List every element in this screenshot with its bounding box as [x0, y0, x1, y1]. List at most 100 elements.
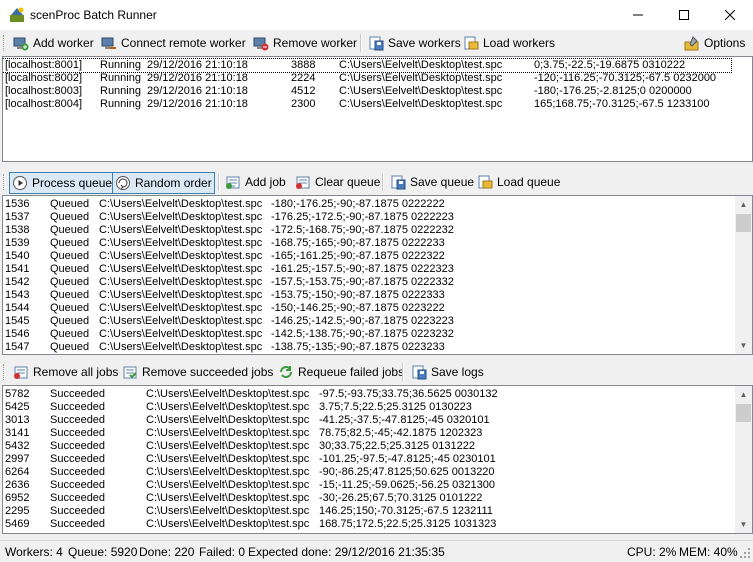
job-row-id: 6952 — [5, 492, 30, 504]
job-row[interactable]: 6952 Succeeded C:\Users\Eelvelt\Desktop\te… — [3, 492, 731, 505]
queue-row-id: 1547 — [5, 341, 30, 353]
job-row-id: 5469 — [5, 518, 30, 530]
queue-row[interactable]: 1543 Queued C:\Users\Eelvelt\Desktop\test.… — [3, 289, 731, 302]
job-row-args: -97.5;-93.75;33.75;36.5625 0030132 — [319, 388, 498, 400]
queue-row-args: -168.75;-165;-90;-87.1875 0222233 — [271, 237, 445, 249]
worker-row-pid: 4512 — [291, 85, 316, 97]
save-logs-button[interactable]: Save logs — [408, 362, 487, 382]
job-row-status: Succeeded — [50, 427, 106, 439]
queue-row[interactable]: 1544 Queued C:\Users\Eelvelt\Desktop\test.… — [3, 302, 731, 315]
remove-worker-icon — [253, 37, 269, 51]
connect-remote-worker-button[interactable]: Connect remote worker — [98, 33, 249, 53]
save-workers-button[interactable]: Save workers — [365, 33, 464, 53]
worker-row[interactable]: [localhost:8002] Running 29/12/2016 21:10:… — [3, 72, 731, 85]
status-expected: Expected done: 29/12/2016 21:35:35 — [248, 545, 445, 559]
title-bar: scenProc Batch Runner — [0, 0, 753, 30]
app-icon — [10, 7, 24, 22]
job-row[interactable]: 5425 Succeeded C:\Users\Eelvelt\Desktop\te… — [3, 401, 731, 414]
job-row-args: 30;33.75;22.5;25.3125 0131222 — [319, 440, 475, 452]
load-icon — [478, 175, 493, 189]
scroll-down-arrow-icon[interactable]: ▼ — [735, 337, 752, 354]
random-order-button[interactable]: Random order — [112, 172, 215, 194]
job-row-status: Succeeded — [50, 388, 106, 400]
job-row-id: 2636 — [5, 479, 30, 491]
remove-worker-button[interactable]: Remove worker — [250, 33, 360, 53]
scroll-up-arrow-icon[interactable]: ▲ — [735, 196, 752, 213]
maximize-icon — [679, 10, 689, 20]
job-row[interactable]: 3013 Succeeded C:\Users\Eelvelt\Desktop\te… — [3, 414, 731, 427]
queue-scrollbar[interactable]: ▲ ▼ — [735, 196, 752, 354]
job-row[interactable]: 6264 Succeeded C:\Users\Eelvelt\Desktop\te… — [3, 466, 731, 479]
options-icon — [684, 36, 699, 51]
maximize-button[interactable] — [661, 0, 707, 30]
queue-row-status: Queued — [50, 237, 90, 249]
options-button[interactable]: Options — [681, 33, 748, 53]
scroll-thumb[interactable] — [736, 404, 751, 422]
queue-row[interactable]: 1539 Queued C:\Users\Eelvelt\Desktop\test.… — [3, 237, 731, 250]
job-row[interactable]: 2295 Succeeded C:\Users\Eelvelt\Desktop\te… — [3, 505, 731, 518]
queue-row-args: -146.25;-142.5;-90;-87.1875 0223223 — [271, 315, 454, 327]
queue-row-id: 1538 — [5, 224, 30, 236]
load-workers-button[interactable]: Load workers — [460, 33, 558, 53]
requeue-failed-jobs-button[interactable]: Requeue failed jobs — [275, 362, 407, 382]
job-row[interactable]: 2636 Succeeded C:\Users\Eelvelt\Desktop\te… — [3, 479, 731, 492]
queue-row-status: Queued — [50, 341, 90, 353]
worker-row[interactable]: [localhost:8001] Running 29/12/2016 21:10:… — [3, 58, 732, 73]
job-row-status: Succeeded — [50, 479, 106, 491]
scroll-down-arrow-icon[interactable]: ▼ — [735, 516, 752, 533]
queue-row-status: Queued — [50, 263, 90, 275]
worker-row-status: Running — [100, 85, 141, 97]
status-done: Done: 220 — [139, 545, 195, 559]
toolbar-grip[interactable] — [3, 174, 7, 190]
remove-all-jobs-button[interactable]: Remove all jobs — [10, 362, 121, 382]
queue-row[interactable]: 1545 Queued C:\Users\Eelvelt\Desktop\test.… — [3, 315, 731, 328]
toolbar-separator — [218, 173, 220, 191]
jobs-list[interactable]: 5782 Succeeded C:\Users\Eelvelt\Desktop\te… — [2, 385, 753, 534]
worker-row-file: C:\Users\Eelvelt\Desktop\test.spc — [339, 72, 503, 84]
queue-list[interactable]: 1536 Queued C:\Users\Eelvelt\Desktop\test.… — [2, 195, 753, 355]
queue-row-file: C:\Users\Eelvelt\Desktop\test.spc — [99, 250, 263, 262]
queue-row[interactable]: 1536 Queued C:\Users\Eelvelt\Desktop\test.… — [3, 198, 731, 211]
queue-row[interactable]: 1541 Queued C:\Users\Eelvelt\Desktop\test.… — [3, 263, 731, 276]
job-row[interactable]: 5469 Succeeded C:\Users\Eelvelt\Desktop\te… — [3, 518, 731, 531]
job-row[interactable]: 3141 Succeeded C:\Users\Eelvelt\Desktop\te… — [3, 427, 731, 440]
queue-row-args: -138.75;-135;-90;-87.1875 0223233 — [271, 341, 445, 353]
close-button[interactable] — [707, 0, 753, 30]
add-job-button[interactable]: Add job — [222, 172, 289, 192]
load-queue-button[interactable]: Load queue — [474, 172, 563, 192]
queue-row-args: -161.25;-157.5;-90;-87.1875 0222323 — [271, 263, 454, 275]
workers-list[interactable]: [localhost:8001] Running 29/12/2016 21:10:… — [2, 56, 753, 162]
queue-row[interactable]: 1547 Queued C:\Users\Eelvelt\Desktop\test.… — [3, 341, 731, 354]
job-row-id: 5425 — [5, 401, 30, 413]
remove-all-jobs-icon — [14, 366, 28, 379]
job-row[interactable]: 5432 Succeeded C:\Users\Eelvelt\Desktop\te… — [3, 440, 731, 453]
queue-row[interactable]: 1540 Queued C:\Users\Eelvelt\Desktop\test.… — [3, 250, 731, 263]
remove-succeeded-jobs-button[interactable]: Remove succeeded jobs — [119, 362, 276, 382]
worker-row[interactable]: [localhost:8003] Running 29/12/2016 21:10:… — [3, 85, 731, 98]
process-queue-button[interactable]: Process queue — [9, 172, 116, 194]
add-worker-button[interactable]: Add worker — [10, 33, 97, 53]
worker-row[interactable]: [localhost:8004] Running 29/12/2016 21:10:… — [3, 98, 731, 111]
jobs-scrollbar[interactable]: ▲ ▼ — [735, 386, 752, 533]
minimize-button[interactable] — [615, 0, 661, 30]
queue-row[interactable]: 1538 Queued C:\Users\Eelvelt\Desktop\test.… — [3, 224, 731, 237]
scroll-up-arrow-icon[interactable]: ▲ — [735, 386, 752, 403]
job-row-args: -41.25;-37.5;-47.8125;-45 0320101 — [319, 414, 490, 426]
queue-row[interactable]: 1537 Queued C:\Users\Eelvelt\Desktop\test.… — [3, 211, 731, 224]
toolbar-grip[interactable] — [3, 364, 7, 380]
close-icon — [725, 10, 735, 20]
resize-grip-icon[interactable] — [740, 548, 751, 559]
save-queue-button[interactable]: Save queue — [387, 172, 477, 192]
job-row[interactable]: 5782 Succeeded C:\Users\Eelvelt\Desktop\te… — [3, 388, 731, 401]
clear-queue-button[interactable]: Clear queue — [292, 172, 383, 192]
scroll-thumb[interactable] — [736, 214, 751, 232]
random-order-label: Random order — [135, 176, 212, 190]
queue-row[interactable]: 1546 Queued C:\Users\Eelvelt\Desktop\test.… — [3, 328, 731, 341]
job-row[interactable]: 2997 Succeeded C:\Users\Eelvelt\Desktop\te… — [3, 453, 731, 466]
job-row-file: C:\Users\Eelvelt\Desktop\test.spc — [146, 518, 310, 530]
queue-row-args: -153.75;-150;-90;-87.1875 0222333 — [271, 289, 445, 301]
queue-row-status: Queued — [50, 224, 90, 236]
worker-row-host: [localhost:8004] — [5, 98, 83, 110]
toolbar-grip[interactable] — [3, 35, 7, 51]
queue-row[interactable]: 1542 Queued C:\Users\Eelvelt\Desktop\test.… — [3, 276, 731, 289]
